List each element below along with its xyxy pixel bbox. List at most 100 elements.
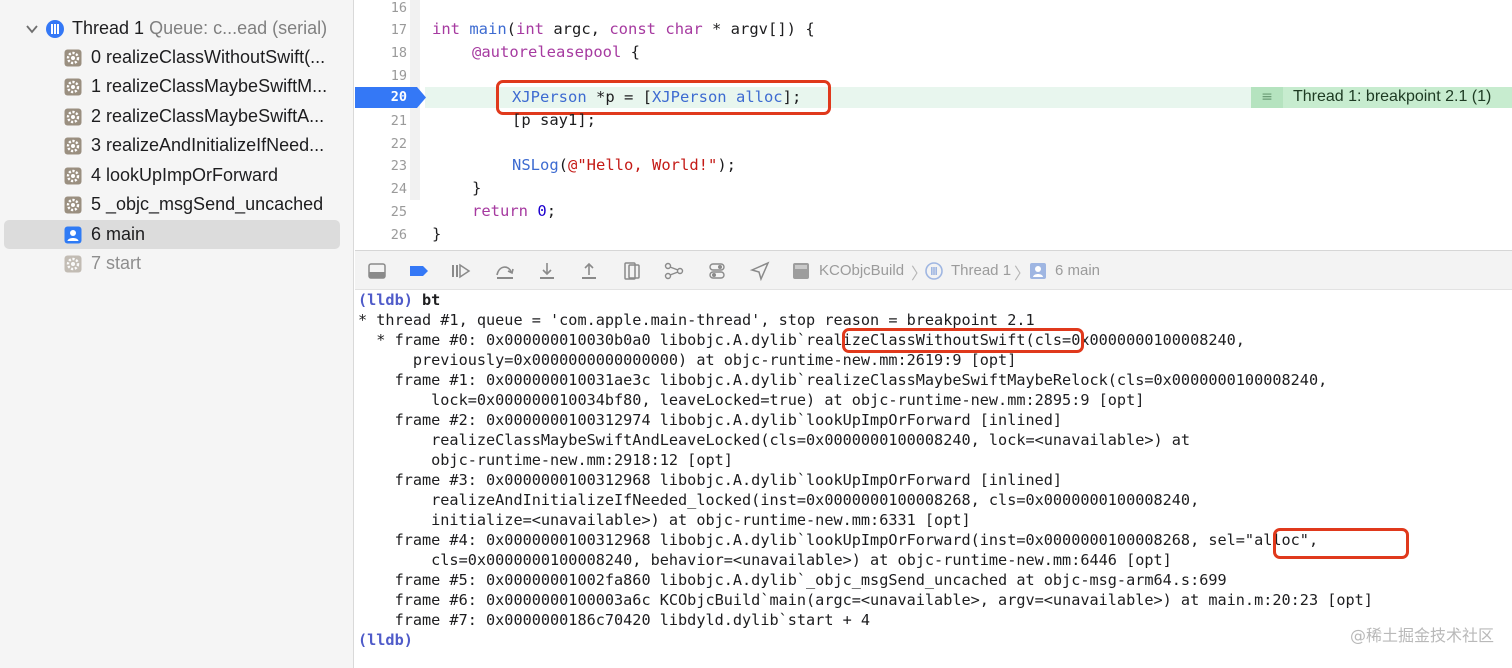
memory-graph-icon[interactable] (663, 261, 685, 281)
line-number: 19 (390, 68, 407, 84)
stack-frame-row-selected[interactable]: 6 main (4, 220, 340, 249)
stack-frame-row[interactable]: 3 realizeAndInitializeIfNeed... (0, 131, 354, 160)
line-number: 18 (390, 45, 407, 61)
code-text: @autoreleasepool { (472, 43, 640, 61)
console-output-line: realizeClassMaybeSwiftAndLeaveLocked(cls… (358, 431, 1191, 449)
console-output-line: frame #1: 0x000000010031ae3c libobjc.A.d… (358, 371, 1328, 389)
console-output-line: cls=0x0000000100008240, behavior=<unavai… (358, 551, 1172, 569)
gear-frame-icon (64, 49, 82, 66)
console-command: bt (422, 291, 441, 309)
console-output-line: frame #4: 0x0000000100312968 libobjc.A.d… (358, 531, 1319, 549)
view-hierarchy-icon[interactable] (621, 261, 643, 281)
line-number: 23 (390, 158, 407, 174)
breadcrumb-thread[interactable]: Thread 1 (951, 262, 1011, 279)
chevron-down-icon[interactable] (25, 22, 39, 36)
code-line: 16 (355, 0, 1512, 19)
stack-frame-label: 3 realizeAndInitializeIfNeed... (91, 135, 325, 155)
code-line: 25 return 0; (355, 201, 1512, 223)
stack-frame-label: 5 _objc_msgSend_uncached (91, 194, 324, 214)
breadcrumb-separator: 〉 (1014, 266, 1031, 283)
console-prompt-line[interactable]: (lldb) (358, 631, 413, 651)
gear-frame-icon (64, 167, 82, 184)
gear-frame-icon (64, 78, 82, 95)
console-output-line: frame #7: 0x0000000186c70420 libdyld.dyl… (358, 611, 871, 629)
line-number: 17 (390, 22, 407, 38)
code-line: 18 @autoreleasepool { (355, 42, 1512, 64)
stack-frame-label: 0 realizeClassWithoutSwift(... (91, 47, 326, 67)
debug-bar: KCObjcBuild 〉 Thread 1 〉 6 main (355, 250, 1512, 290)
environment-overrides-icon[interactable] (706, 261, 728, 281)
simulate-location-icon[interactable] (749, 261, 771, 281)
annotation-box-realizeclass (842, 328, 1084, 353)
code-text: } (432, 225, 442, 243)
stack-frame-label: 7 start (91, 253, 142, 273)
thread-label: Thread 1 Queue: c...ead (serial) (72, 18, 328, 38)
line-number: 25 (390, 204, 407, 220)
code-line: 26 } (355, 224, 1512, 246)
breadcrumb-project[interactable]: KCObjcBuild (819, 262, 904, 279)
gear-frame-icon (64, 108, 82, 125)
stack-frame-row[interactable]: 5 _objc_msgSend_uncached (0, 190, 354, 219)
thread-icon (925, 262, 943, 280)
hide-debug-area-icon[interactable] (367, 261, 389, 281)
breakpoints-toggle-icon[interactable] (408, 261, 430, 281)
console-output-line: frame #5: 0x00000001002fa860 libobjc.A.d… (358, 571, 1227, 589)
console-output-line: lock=0x000000010034bf80, leaveLocked=tru… (358, 391, 1145, 409)
console-output-line: frame #2: 0x0000000100312974 libobjc.A.d… (358, 411, 1063, 429)
watermark: @稀土掘金技术社区 (1349, 626, 1494, 645)
breadcrumb-frame[interactable]: 6 main (1055, 262, 1100, 279)
person-frame-icon (1030, 263, 1046, 279)
step-out-icon[interactable] (578, 261, 600, 281)
stack-frame-row[interactable]: 2 realizeClassMaybeSwiftA... (0, 102, 354, 131)
console-output-line: previously=0x0000000000000000) at objc-r… (358, 351, 1017, 369)
line-number: 16 (390, 0, 407, 16)
list-icon[interactable]: ≡ (1251, 87, 1283, 108)
console-output-line: initialize=<unavailable>) at objc-runtim… (358, 511, 971, 529)
stack-frame-row[interactable]: 7 start (0, 249, 354, 278)
gear-frame-icon (64, 255, 82, 272)
code-line: 23 NSLog(@"Hello, World!"); (355, 155, 1512, 177)
code-text: [p say1]; (512, 111, 596, 129)
lldb-prompt: (lldb) (358, 631, 413, 649)
code-text: } (472, 179, 482, 197)
thread-row[interactable]: Thread 1 Queue: c...ead (serial) (0, 14, 354, 43)
code-text: int main(int argc, const char * argv[]) … (432, 20, 815, 38)
line-number: 24 (390, 181, 407, 197)
code-line: 21 [p say1]; (355, 110, 1512, 132)
line-number: 26 (390, 227, 407, 243)
stack-frame-row[interactable]: 1 realizeClassMaybeSwiftM... (0, 72, 354, 101)
source-editor[interactable]: 16 17 int main(int argc, const char * ar… (355, 0, 1512, 250)
person-frame-icon (64, 226, 82, 243)
stack-frame-row[interactable]: 0 realizeClassWithoutSwift(... (0, 43, 354, 72)
debug-navigator: Thread 1 Queue: c...ead (serial) 0 reali… (0, 0, 354, 668)
console-output-line: objc-runtime-new.mm:2918:12 [opt] (358, 451, 733, 469)
stack-frame-label: 6 main (91, 224, 146, 244)
code-text: return 0; (472, 202, 557, 220)
breakpoint-banner-text: Thread 1: breakpoint 2.1 (1) (1293, 88, 1492, 105)
gear-frame-icon (64, 196, 82, 213)
console-output-line: frame #3: 0x0000000100312968 libobjc.A.d… (358, 471, 1063, 489)
continue-icon[interactable] (450, 261, 472, 281)
lldb-console[interactable]: (lldb) bt * thread #1, queue = 'com.appl… (355, 291, 1512, 668)
annotation-box-sel-alloc (1273, 528, 1409, 559)
step-over-icon[interactable] (494, 261, 516, 281)
line-number: 22 (390, 136, 407, 152)
breakpoint-banner[interactable]: ≡ Thread 1: breakpoint 2.1 (1) (1251, 87, 1512, 108)
code-text: NSLog(@"Hello, World!"); (512, 156, 736, 174)
code-line: 17 int main(int argc, const char * argv[… (355, 19, 1512, 41)
thread-icon (46, 19, 64, 38)
console-output-line: * frame #0: 0x000000010030b0a0 libobjc.A… (358, 331, 1245, 349)
lldb-prompt: (lldb) (358, 291, 413, 309)
code-line: 24 } (355, 178, 1512, 200)
gear-frame-icon (64, 137, 82, 154)
stack-frame-row[interactable]: 4 lookUpImpOrForward (0, 161, 354, 190)
stack-frame-label: 2 realizeClassMaybeSwiftA... (91, 106, 325, 126)
console-command-line: (lldb) bt (358, 291, 440, 311)
step-into-icon[interactable] (536, 261, 558, 281)
stack-frame-label: 4 lookUpImpOrForward (91, 165, 279, 185)
project-icon (793, 263, 809, 279)
code-line: 22 (355, 133, 1512, 155)
stack-frame-label: 1 realizeClassMaybeSwiftM... (91, 76, 328, 96)
line-number: 21 (390, 113, 407, 129)
console-output-line: frame #6: 0x0000000100003a6c KCObjcBuild… (358, 591, 1373, 609)
